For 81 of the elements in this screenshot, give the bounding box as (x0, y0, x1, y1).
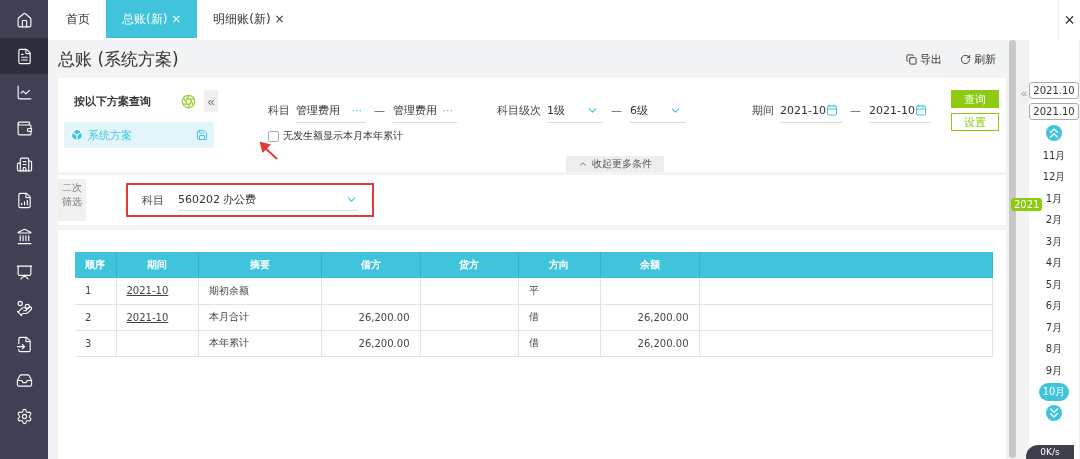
field-label: 期间 (752, 103, 774, 118)
table-cell: 3 (85, 337, 92, 349)
inbox-icon (15, 371, 33, 389)
file-import-icon (15, 335, 33, 353)
sidebar-item[interactable] (0, 38, 48, 74)
column-header: 余额 (600, 252, 699, 278)
month-item[interactable]: 9月 (1039, 361, 1069, 380)
date-range-end: 2021.10 (1029, 102, 1079, 120)
range-dash: — (850, 104, 861, 117)
subject-to-field[interactable]: 管理费用 ··· (393, 98, 457, 123)
settings-icon (15, 407, 33, 425)
table-cell: 26,200.00 (637, 337, 689, 349)
column-header: 顺序 (75, 252, 116, 278)
month-item[interactable]: 6月 (1039, 297, 1069, 315)
month-item[interactable]: 2月 (1039, 211, 1069, 229)
period-link[interactable]: 2021-10 (126, 311, 169, 323)
annotation-arrow (259, 141, 279, 161)
level-from-select[interactable]: 1级 (547, 98, 603, 123)
refresh-icon (960, 53, 971, 65)
speed-text: 0K/s (1040, 447, 1060, 457)
field-label: 科目 (142, 192, 164, 208)
month-item[interactable]: 4月 (1039, 254, 1069, 272)
presentation-icon (15, 263, 33, 281)
home-icon (15, 11, 33, 29)
calendar-icon (915, 104, 927, 116)
month-item[interactable]: 5月 (1039, 275, 1069, 294)
year-tooltip: 2021 (1011, 198, 1043, 211)
range-dash: — (611, 104, 622, 117)
level-to-select[interactable]: 6级 (630, 98, 686, 123)
period-link[interactable]: 2021-10 (126, 285, 169, 297)
table-cell: 2 (85, 311, 92, 323)
collapse-button[interactable]: « (204, 90, 218, 112)
document-icon (15, 47, 33, 65)
toolbar-button[interactable]: 导出 (906, 51, 942, 67)
toolbar-button[interactable]: 刷新 (960, 51, 996, 67)
checkbox-label: 无发生额显示本月本年累计 (283, 129, 403, 143)
scheme-title: 按以下方案查询 (73, 93, 151, 109)
subject-from-field[interactable]: 管理费用 ··· (296, 98, 366, 123)
scrollbar[interactable] (1009, 40, 1016, 458)
table-cell: 借 (528, 337, 539, 348)
column-header: 贷方 (420, 252, 518, 278)
table-cell: 26,200.00 (358, 337, 410, 349)
month-item[interactable]: 8月 (1039, 340, 1069, 358)
range-dash: — (374, 104, 385, 117)
period-from-field[interactable]: 2021-10 (780, 98, 842, 123)
table-cell: 本年累计 (208, 337, 249, 348)
building-icon (15, 155, 33, 173)
date-range-start: 2021.10 (1029, 82, 1079, 99)
month-item[interactable]: 7月 (1039, 318, 1069, 337)
month-item[interactable]: 11月 (1039, 146, 1069, 165)
save-icon (196, 129, 208, 141)
table-cell: 期初余额 (208, 284, 249, 296)
column-header: 摘要 (198, 252, 321, 278)
month-item[interactable]: 3月 (1039, 232, 1069, 251)
page-title: 总账 (系统方案) (58, 47, 179, 71)
period-to-field[interactable]: 2021-10 (869, 98, 931, 123)
line-chart-icon (15, 83, 33, 101)
month-item[interactable]: 12月 (1039, 168, 1069, 186)
secondary-filter-title: 二次筛选 (58, 179, 86, 221)
subject-select[interactable]: 560202 办公费 (178, 189, 358, 211)
chart-document-icon (15, 191, 33, 209)
calendar-icon (826, 104, 838, 116)
table-cell: 平 (528, 284, 539, 296)
collapse-conditions-button[interactable]: 收起更多条件 (566, 156, 664, 172)
coin-hand-icon (15, 299, 33, 317)
table-cell: 1 (85, 285, 92, 297)
bank-icon (15, 227, 33, 245)
table-cell: 26,200.00 (358, 311, 410, 323)
table-cell: 本月合计 (208, 311, 249, 322)
cube-icon (70, 128, 84, 142)
column-header: 借方 (321, 252, 420, 278)
table-cell: 26,200.00 (637, 311, 689, 323)
copy-icon (906, 53, 917, 65)
checkbox[interactable] (268, 130, 279, 142)
column-header: 方向 (518, 252, 600, 278)
column-header: 期间 (116, 252, 198, 278)
chevron-up-icon (578, 159, 588, 169)
table-cell: 借 (528, 311, 539, 322)
wallet-icon (15, 119, 33, 137)
field-label: 科目 (268, 103, 290, 118)
field-label: 科目级次 (497, 103, 541, 118)
